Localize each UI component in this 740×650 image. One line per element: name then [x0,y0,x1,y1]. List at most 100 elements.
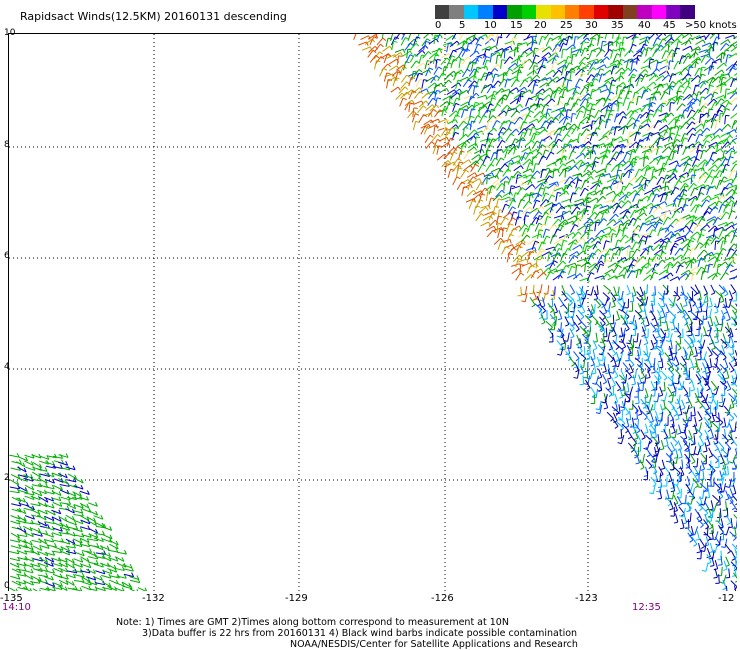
wind-barb [516,95,520,105]
wind-barb [599,263,605,266]
wind-barb [692,223,699,233]
wind-barb [633,97,638,101]
wind-barb [697,174,704,183]
wind-barb [652,91,656,101]
wind-barb [540,103,545,108]
wind-barb [578,186,582,190]
wind-barb [524,223,529,228]
wind-barb [717,142,722,145]
wind-barb [682,146,687,156]
wind-barb [431,48,441,53]
wind-barb [401,74,408,83]
wind-barb [732,260,736,265]
wind-barb [641,188,645,192]
wind-barb [560,240,564,250]
wind-barb [659,404,664,414]
wind-barb [539,199,547,207]
wind-barb [526,264,532,274]
wind-barb [544,202,553,208]
wind-barb [734,374,737,384]
wind-barb [373,60,377,70]
wind-barb [638,34,641,36]
wind-barb [558,296,565,305]
wind-barb [580,311,585,314]
wind-barb [515,128,520,133]
wind-barb [730,112,737,119]
wind-barb [649,58,655,61]
wind-barb [553,168,558,170]
wind-barb [424,60,428,70]
wind-barb [638,374,642,384]
wind-barb [411,99,415,104]
wind-barb [436,154,445,161]
wind-barb [620,406,625,408]
wind-barb [459,34,464,41]
wind-barb [626,284,631,294]
wind-barb [679,448,683,458]
wind-barb [722,240,727,243]
wind-barb [539,97,544,101]
wind-barb [583,346,586,356]
wind-barb [642,235,647,239]
wind-barb [510,191,514,196]
wind-barb [711,347,716,350]
wind-barb [690,187,695,197]
wind-barb [589,89,593,99]
wind-barb [553,320,556,330]
wind-barb [712,36,718,46]
wind-barb [613,113,618,123]
wind-barb [533,131,537,141]
wind-barb [651,371,656,374]
wind-barb [516,87,520,92]
wind-barb [649,109,654,113]
wind-barb [663,381,666,391]
wind-barb [633,437,638,440]
wind-barb [604,163,608,173]
wind-barb [723,303,729,313]
wind-barb [726,310,731,320]
wind-barb [593,347,598,351]
wind-barb [621,160,630,167]
wind-barb [413,100,422,105]
wind-barb [562,78,566,88]
wind-barb [427,82,436,89]
wind-barb [693,406,696,416]
wind-barb [634,228,640,230]
wind-barb [603,284,611,292]
wind-barb [650,322,657,331]
wind-barb [690,204,697,213]
wind-barb [555,117,560,121]
wind-barb [596,285,599,295]
wind-barb [435,54,440,57]
wind-barb [532,151,540,160]
wind-barb [516,55,520,65]
wind-barb [505,133,512,142]
wind-barb [497,51,501,56]
wind-barb [580,173,583,178]
wind-barb [473,129,478,133]
wind-barb [701,228,707,231]
wind-barb [664,445,669,447]
wind-barb [689,105,694,110]
wind-barb [721,448,729,456]
wind-barb [559,274,563,279]
wind-barb [610,91,615,95]
wind-barb [591,372,596,375]
wind-barb [714,91,719,95]
wind-barb [731,147,736,152]
wind-barb [542,182,547,185]
wind-barb [477,43,482,47]
wind-barb [638,69,646,76]
wind-barb [627,101,631,111]
wind-barb [468,151,473,155]
wind-barb [625,148,635,154]
wind-barb [590,386,596,396]
wind-barb [702,167,705,172]
wind-barb [579,216,584,219]
wind-barb [694,302,700,312]
wind-barb [568,62,573,66]
wind-barb [571,180,576,185]
wind-barb [670,112,675,117]
wind-barb [444,163,447,173]
wind-barb [582,375,585,385]
